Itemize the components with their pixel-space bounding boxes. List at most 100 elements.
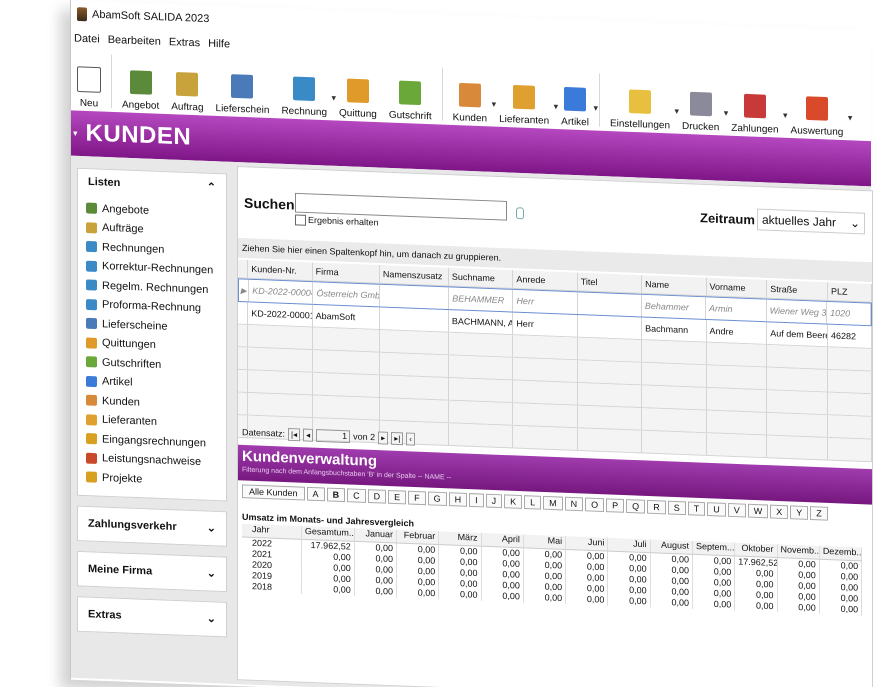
toolbar-rechnung-button[interactable]: Rechnung ▾ bbox=[275, 57, 336, 118]
column-header[interactable]: Suchname bbox=[448, 267, 514, 288]
toolbar-gutschrift-button[interactable]: Gutschrift bbox=[383, 61, 438, 122]
column-header[interactable]: Januar bbox=[354, 528, 397, 543]
column-header[interactable]: Juni bbox=[566, 536, 609, 551]
all-customers-button[interactable]: Alle Kunden bbox=[242, 484, 305, 501]
letter-filter-l[interactable]: L bbox=[524, 495, 542, 510]
table-cell[interactable]: 1020 bbox=[827, 301, 871, 326]
toolbar-quittung-button[interactable]: Quittung bbox=[333, 59, 383, 120]
letter-filter-d[interactable]: D bbox=[367, 489, 387, 504]
table-cell[interactable]: Armin bbox=[706, 297, 767, 322]
sidebar-panel-extras[interactable]: Extras ⌄ bbox=[77, 595, 227, 637]
column-header[interactable]: Anrede bbox=[513, 270, 578, 291]
letter-filter-i[interactable]: I bbox=[469, 493, 484, 508]
expand-chevron-icon[interactable]: ⌄ bbox=[207, 521, 216, 534]
column-header[interactable]: Septem... bbox=[692, 541, 736, 556]
letter-filter-u[interactable]: U bbox=[707, 502, 726, 517]
toolbar-zahlungen-button[interactable]: Zahlungen ▾ bbox=[725, 74, 788, 136]
last-record-button[interactable]: ▸| bbox=[391, 431, 404, 445]
expand-chevron-icon[interactable]: ⌄ bbox=[207, 612, 216, 625]
toolbar-auftrag-button[interactable]: Auftrag bbox=[165, 53, 209, 114]
letter-filter-c[interactable]: C bbox=[347, 488, 366, 503]
first-record-button[interactable]: |◂ bbox=[288, 427, 301, 441]
toolbar-einstellungen-button[interactable]: Einstellungen ▾ bbox=[604, 70, 679, 132]
letter-filter-r[interactable]: R bbox=[647, 499, 666, 515]
sidebar-panel-zahlungsverkehr[interactable]: Zahlungsverkehr ⌄ bbox=[77, 505, 227, 547]
letter-filter-m[interactable]: M bbox=[543, 495, 563, 511]
scroll-left-button[interactable]: ‹ bbox=[406, 432, 415, 446]
table-cell[interactable]: KD-2022-00004 bbox=[249, 279, 314, 304]
toolbar-lieferanten-button[interactable]: Lieferanten ▾ bbox=[493, 66, 558, 127]
sidebar-panel-meine-firma[interactable]: Meine Firma ⌄ bbox=[77, 550, 227, 592]
column-header[interactable]: Straße bbox=[767, 279, 828, 300]
column-header[interactable]: Gesamtum... bbox=[301, 526, 355, 541]
toolbar-drucken-button[interactable]: Drucken ▾ bbox=[676, 73, 728, 134]
expand-chevron-icon[interactable]: ⌄ bbox=[207, 567, 216, 580]
table-cell[interactable]: Andre bbox=[706, 319, 768, 344]
table-cell[interactable]: Österreich GmbH bbox=[313, 282, 381, 307]
letter-filter-x[interactable]: X bbox=[770, 504, 789, 520]
column-header[interactable]: Oktober bbox=[735, 542, 778, 558]
letter-filter-b[interactable]: B bbox=[326, 487, 346, 503]
letter-filter-g[interactable]: G bbox=[427, 491, 447, 506]
toolbar-kunden-button[interactable]: Kunden ▾ bbox=[447, 64, 496, 125]
column-header[interactable]: Februar bbox=[397, 529, 440, 545]
column-header[interactable]: Firma bbox=[312, 262, 380, 283]
letter-filter-a[interactable]: A bbox=[306, 486, 325, 502]
sidebar-item-projekte[interactable]: Projekte bbox=[86, 468, 226, 493]
letter-filter-y[interactable]: Y bbox=[790, 505, 809, 520]
table-cell[interactable]: KD-2022-00001 bbox=[248, 302, 313, 327]
column-header[interactable]: Name bbox=[642, 275, 707, 296]
table-cell[interactable]: AbamSoft bbox=[312, 304, 380, 330]
table-cell[interactable]: BACHMANN, AND... bbox=[448, 310, 514, 335]
table-cell[interactable] bbox=[380, 284, 450, 310]
letter-filter-w[interactable]: W bbox=[747, 503, 769, 519]
column-header[interactable]: Dezemb... bbox=[819, 545, 863, 561]
table-cell[interactable]: Auf dem Beerenk... bbox=[767, 322, 828, 347]
letter-filter-z[interactable]: Z bbox=[810, 506, 828, 521]
table-cell[interactable] bbox=[577, 315, 643, 340]
column-header[interactable]: Titel bbox=[577, 272, 643, 293]
column-header[interactable]: August bbox=[650, 539, 693, 554]
prev-record-button[interactable]: ◂ bbox=[303, 428, 314, 442]
next-record-button[interactable]: ▸ bbox=[378, 430, 389, 445]
letter-filter-k[interactable]: K bbox=[504, 494, 523, 509]
toolbar-lieferschein-button[interactable]: Lieferschein bbox=[210, 55, 276, 117]
table-cell[interactable] bbox=[379, 307, 449, 332]
letter-filter-s[interactable]: S bbox=[667, 500, 686, 516]
table-cell[interactable]: 46282 bbox=[827, 324, 872, 348]
table-cell[interactable]: Bachmann bbox=[642, 317, 707, 342]
table-cell[interactable]: Herr bbox=[513, 289, 578, 315]
toolbar-auswertung-button[interactable]: Auswertung ▾ bbox=[785, 77, 852, 139]
search-icon[interactable] bbox=[516, 207, 524, 220]
table-cell[interactable]: Wiener Weg 3 bbox=[766, 299, 828, 324]
column-header[interactable]: Novemb... bbox=[777, 544, 820, 559]
column-header[interactable]: Jahr bbox=[242, 523, 302, 539]
letter-filter-h[interactable]: H bbox=[448, 492, 468, 507]
letter-filter-v[interactable]: V bbox=[727, 502, 746, 518]
column-header[interactable]: März bbox=[439, 531, 482, 546]
letter-filter-j[interactable]: J bbox=[485, 493, 503, 509]
toolbar-neu-button[interactable]: Neu bbox=[71, 49, 107, 109]
letter-filter-o[interactable]: O bbox=[585, 497, 605, 513]
collapse-chevron-icon[interactable]: ⌃ bbox=[207, 180, 216, 193]
menu-item-datei[interactable]: Datei bbox=[71, 33, 105, 46]
menu-item-hilfe[interactable]: Hilfe bbox=[205, 38, 235, 51]
toolbar-angebot-button[interactable]: Angebot bbox=[116, 51, 165, 112]
letter-filter-e[interactable]: E bbox=[388, 489, 407, 505]
table-cell[interactable]: Behammer bbox=[641, 294, 707, 319]
table-cell[interactable] bbox=[577, 292, 642, 317]
column-header[interactable]: April bbox=[481, 532, 524, 548]
column-header[interactable]: Namenszusatz bbox=[379, 265, 449, 286]
column-header[interactable]: Mai bbox=[523, 534, 567, 549]
letter-filter-t[interactable]: T bbox=[687, 501, 706, 516]
column-header[interactable]: Vorname bbox=[706, 277, 768, 298]
column-header[interactable]: Juli bbox=[608, 537, 651, 553]
letter-filter-p[interactable]: P bbox=[606, 498, 625, 513]
table-cell[interactable]: Herr bbox=[513, 312, 578, 337]
table-cell[interactable]: BEHAMMER bbox=[449, 287, 514, 312]
column-header[interactable]: Kunden-Nr. bbox=[248, 259, 313, 281]
collapse-arrow-icon[interactable]: ▾ bbox=[73, 128, 78, 139]
record-number-input[interactable]: 1 bbox=[316, 428, 351, 443]
menu-item-bearbeiten[interactable]: Bearbeiten bbox=[105, 34, 166, 48]
dropdown-arrow-icon[interactable]: ▾ bbox=[593, 103, 598, 114]
